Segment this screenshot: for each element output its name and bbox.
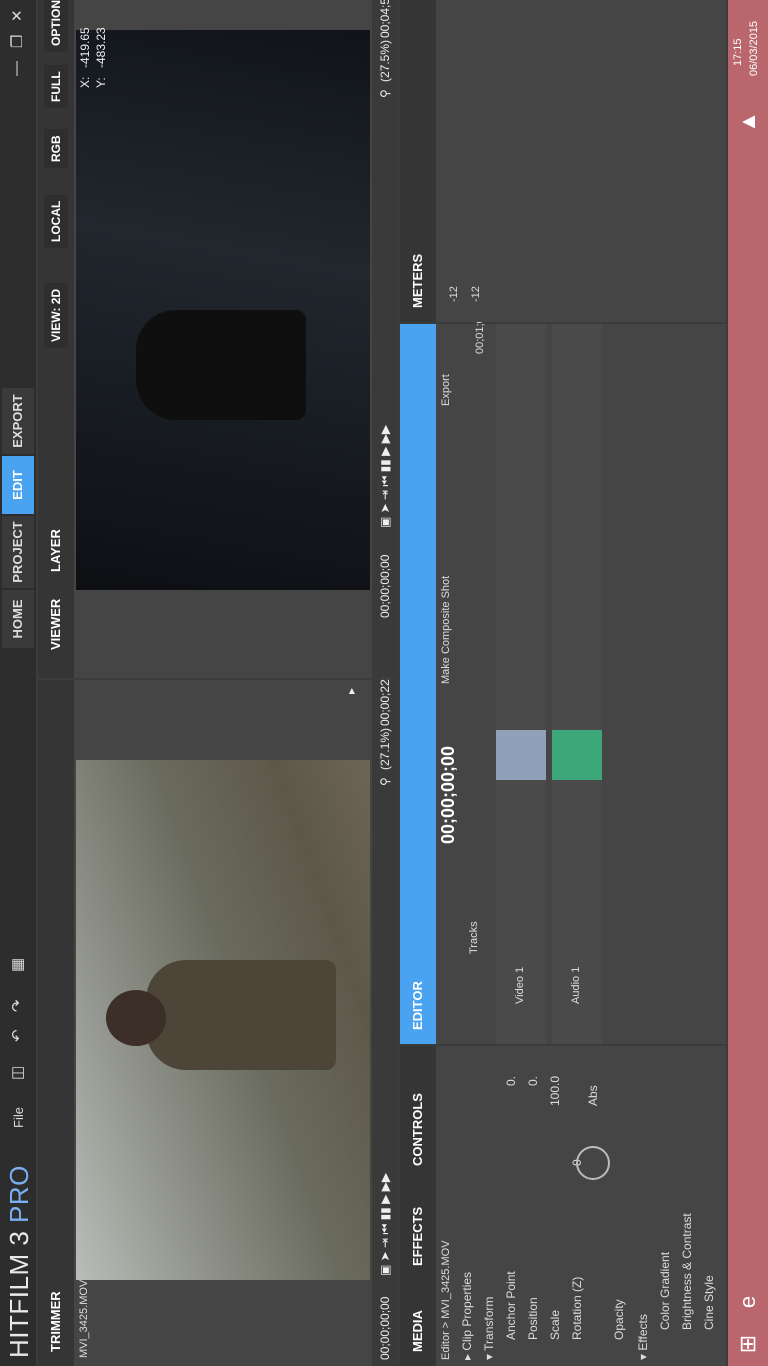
audio-clip[interactable] [552, 730, 602, 780]
viewer-panel: VIEWER LAYER VIEW: 2D LOCAL RGB FULL OPT… [38, 0, 398, 678]
prop-position: Position [526, 1297, 540, 1340]
viewer-video-frame[interactable] [76, 30, 370, 590]
meters-title: METERS [410, 253, 425, 308]
prop-anchor-point: Anchor Point [504, 1271, 518, 1340]
viewer-transport-icons[interactable]: ▣ ➤ ⇥ ⏮ ▮▮ ▶ ▶▶ [378, 425, 393, 528]
tracks-label: Tracks [468, 921, 480, 954]
rotation-mode[interactable]: Abs [586, 1085, 600, 1106]
view-dropdown[interactable]: VIEW: 2D [44, 282, 68, 348]
viewer-time-end: 00;04;59;21 [378, 0, 392, 38]
trimmer-video-frame[interactable] [76, 760, 370, 1280]
trimmer-transport-icons[interactable]: ▣ ➤ ⇥ ⏮ ▮▮ ▶ ▶▶ [378, 1173, 393, 1276]
viewer-time-start: 00;00;00;00 [378, 554, 392, 618]
editor-panel: EDITOR 00;00;00;00 Make Composite Shot E… [400, 296, 726, 1044]
effect-cine-style[interactable]: Cine Style [702, 1275, 716, 1330]
app-logo: HITFILM 3 PRO [4, 1165, 34, 1358]
tab-editor[interactable]: EDITOR [410, 981, 425, 1030]
prop-scale: Scale [548, 1309, 562, 1340]
viewer-y-label: Y: [94, 77, 108, 88]
start-icon[interactable]: ⊞ [732, 1326, 764, 1362]
viewer-y-value: -483.23 [94, 27, 108, 68]
grid-icon[interactable]: ▦ [8, 958, 26, 972]
audio-track-label: Audio 1 [570, 966, 582, 1004]
full-dropdown[interactable]: FULL [44, 65, 68, 108]
tab-media[interactable]: MEDIA [410, 1310, 425, 1352]
video-track-row: Video 1 [496, 324, 546, 1044]
save-icon[interactable]: ◫ [8, 1066, 26, 1080]
restore-icon[interactable]: ❐ [8, 35, 26, 48]
meters-panel: METERS -12 -12 [400, 0, 726, 322]
effect-color-gradient[interactable]: Color Gradient [658, 1252, 672, 1330]
controls-panel: MEDIA EFFECTS CONTROLS Editor > MVI_3425… [400, 1046, 726, 1366]
tray-icons[interactable]: ▲ [732, 104, 764, 140]
transform-label[interactable]: ▾ Transform [482, 1297, 496, 1360]
taskbar-date: 06/03/2015 [748, 20, 760, 76]
taskbar-time: 17:15 [732, 38, 744, 66]
make-composite-shot[interactable]: Make Composite Shot [440, 576, 452, 684]
tab-controls[interactable]: CONTROLS [410, 1093, 425, 1166]
editor-timecode[interactable]: 00;00;00;00 [438, 746, 459, 844]
undo-icon[interactable]: ↶ [8, 1029, 26, 1042]
effect-brightness-contrast[interactable]: Brightness & Contrast [680, 1213, 694, 1330]
video-clip[interactable] [496, 730, 546, 780]
breadcrumb: Editor > MVI_3425.MOV [440, 1240, 452, 1360]
effects-label[interactable]: ▾ Effects [636, 1314, 650, 1360]
rotation-dial[interactable] [576, 1146, 610, 1180]
person-figure [146, 960, 336, 1070]
rgb-dropdown[interactable]: RGB [44, 129, 68, 168]
tab-project[interactable]: PROJECT [2, 516, 34, 588]
clip-properties-label[interactable]: ▸ Clip Properties [460, 1272, 474, 1360]
opacity-label: Opacity [612, 1299, 626, 1340]
prop-scale-value[interactable]: 100.0 [548, 1076, 562, 1106]
viewer-person-figure [136, 310, 306, 420]
title-bar: HITFILM 3 PRO File ◫ ↶ ↷ ▦ HOME PROJECT … [0, 0, 36, 1366]
peak-left: -12 [448, 286, 460, 302]
viewer-x-label: X: [78, 76, 92, 88]
tab-trimmer[interactable]: TRIMMER [48, 1291, 63, 1352]
trimmer-zoom-icon[interactable]: ⚲ [378, 777, 392, 786]
tab-export[interactable]: EXPORT [2, 388, 34, 454]
app-window: HITFILM 3 PRO File ◫ ↶ ↷ ▦ HOME PROJECT … [0, 0, 768, 1366]
viewer-zoom-icon[interactable]: ⚲ [378, 89, 392, 98]
tab-viewer[interactable]: VIEWER [48, 599, 63, 650]
tab-home[interactable]: HOME [2, 590, 34, 648]
prop-anchor-value[interactable]: 0. [504, 1076, 518, 1086]
tab-edit[interactable]: EDIT [2, 456, 34, 514]
prop-position-value[interactable]: 0. [526, 1076, 540, 1086]
peak-right: -12 [470, 286, 482, 302]
trimmer-time-start: 00;00;00;00 [378, 1296, 392, 1360]
local-dropdown[interactable]: LOCAL [44, 194, 68, 248]
viewer-x-value: -419.65 [78, 27, 92, 68]
close-icon[interactable]: ✕ [8, 9, 26, 22]
options-dropdown[interactable]: OPTIONS [44, 0, 68, 52]
person-head [106, 990, 166, 1046]
ie-icon[interactable]: e [732, 1284, 764, 1320]
trimmer-menu-icon[interactable]: ▸ [344, 688, 358, 694]
video-track-label: Video 1 [514, 966, 526, 1004]
trimmer-zoom: (27.1%) [378, 727, 392, 770]
trimmer-panel: TRIMMER MVI_3425.MOV 00;00;00;00 ▣ ➤ ⇥ ⏮… [38, 663, 398, 1366]
taskbar: ⊞ e ▲ 17:15 06/03/2015 [728, 0, 768, 1366]
minimize-icon[interactable]: — [8, 61, 25, 76]
trimmer-clip-name: MVI_3425.MOV [78, 1279, 90, 1358]
tab-effects[interactable]: EFFECTS [410, 1207, 425, 1266]
tab-layer[interactable]: LAYER [48, 529, 63, 572]
export-button[interactable]: Export [440, 374, 452, 406]
viewer-zoom: (27.5%) [378, 39, 392, 82]
prop-rotation: Rotation (Z) [570, 1276, 584, 1340]
audio-track-row: Audio 1 [552, 324, 602, 1044]
redo-icon[interactable]: ↷ [8, 999, 26, 1012]
file-menu[interactable]: File [11, 1107, 26, 1128]
